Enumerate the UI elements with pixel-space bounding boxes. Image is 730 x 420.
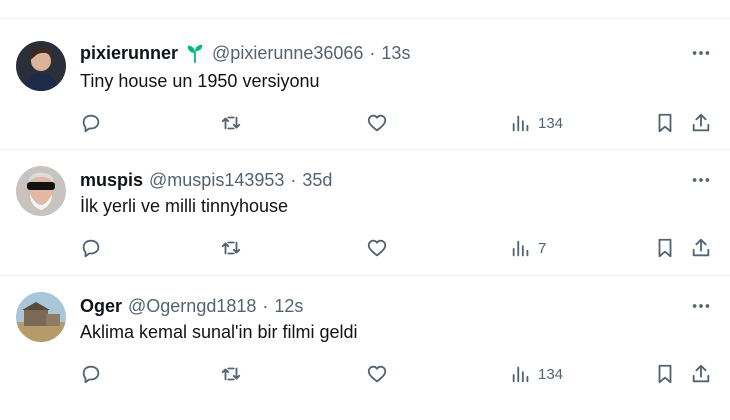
share-icon xyxy=(692,238,710,257)
sprout-icon xyxy=(184,42,206,64)
heart-icon xyxy=(367,365,387,383)
user-handle[interactable]: @muspis143953 xyxy=(149,170,284,191)
reply-feed: pixierunner @pixierunne36066 · 13s Tiny … xyxy=(0,0,730,420)
display-name[interactable]: Oger xyxy=(80,296,122,317)
user-handle[interactable]: @pixierunne36066 xyxy=(212,43,363,64)
tweet-text: İlk yerli ve milli tinnyhouse xyxy=(80,196,289,216)
retweet-icon xyxy=(221,116,241,130)
display-name[interactable]: muspis xyxy=(80,170,143,191)
retweet-icon xyxy=(221,241,241,255)
action-bar: 7 xyxy=(80,236,720,260)
bookmark-button[interactable] xyxy=(654,111,676,135)
retweet-button[interactable] xyxy=(220,111,242,135)
action-bar: 134 xyxy=(80,111,720,135)
more-icon[interactable] xyxy=(688,170,714,190)
share-icon xyxy=(692,113,710,132)
tweet-header: Oger @Ogerngd1818 · 12s xyxy=(80,294,303,318)
avatar[interactable] xyxy=(16,166,66,216)
views-count: 134 xyxy=(538,114,564,132)
action-bar: 134 xyxy=(80,362,720,386)
user-handle[interactable]: @Ogerngd1818 xyxy=(128,296,256,317)
like-button[interactable] xyxy=(366,362,388,386)
retweet-button[interactable] xyxy=(220,236,242,260)
tweet-text: Aklima kemal sunal'in bir filmi geldi xyxy=(80,322,358,342)
heart-icon xyxy=(367,239,387,257)
avatar[interactable] xyxy=(16,41,66,91)
views-button[interactable]: 134 xyxy=(510,111,563,135)
reply-button[interactable] xyxy=(80,111,102,135)
reply-button[interactable] xyxy=(80,362,102,386)
timestamp[interactable]: 13s xyxy=(381,43,410,64)
views-icon xyxy=(512,115,529,132)
share-icon xyxy=(692,364,710,383)
display-name[interactable]: pixierunner xyxy=(80,43,178,64)
more-icon[interactable] xyxy=(688,43,714,63)
tweet[interactable]: pixierunner @pixierunne36066 · 13s Tiny … xyxy=(0,18,730,150)
views-count: 134 xyxy=(538,365,564,383)
like-button[interactable] xyxy=(366,111,388,135)
reply-icon xyxy=(82,365,100,384)
views-icon xyxy=(512,240,529,257)
bookmark-icon xyxy=(658,364,672,384)
timestamp[interactable]: 12s xyxy=(274,296,303,317)
share-button[interactable] xyxy=(690,236,712,260)
tweet[interactable]: muspis @muspis143953 · 35d İlk yerli ve … xyxy=(0,150,730,276)
views-button[interactable]: 134 xyxy=(510,362,563,386)
more-icon[interactable] xyxy=(688,296,714,316)
share-button[interactable] xyxy=(690,111,712,135)
share-button[interactable] xyxy=(690,362,712,386)
separator-dot: · xyxy=(290,169,297,190)
heart-icon xyxy=(367,114,387,132)
tweet[interactable]: Oger @Ogerngd1818 · 12s Aklima kemal sun… xyxy=(0,276,730,420)
bookmark-button[interactable] xyxy=(654,236,676,260)
views-button[interactable]: 7 xyxy=(510,236,546,260)
tweet-text: Tiny house un 1950 versiyonu xyxy=(80,71,320,91)
separator-dot: · xyxy=(369,42,376,63)
separator-dot: · xyxy=(262,295,269,316)
bookmark-button[interactable] xyxy=(654,362,676,386)
tweet-header: pixierunner @pixierunne36066 · 13s xyxy=(80,41,410,65)
timestamp[interactable]: 35d xyxy=(302,170,332,191)
retweet-icon xyxy=(221,367,241,381)
reply-icon xyxy=(82,239,100,258)
reply-button[interactable] xyxy=(80,236,102,260)
retweet-button[interactable] xyxy=(220,362,242,386)
like-button[interactable] xyxy=(366,236,388,260)
views-count: 7 xyxy=(538,239,547,257)
views-icon xyxy=(512,366,529,383)
reply-icon xyxy=(82,114,100,133)
tweet-header: muspis @muspis143953 · 35d xyxy=(80,168,332,192)
bookmark-icon xyxy=(658,113,672,133)
bookmark-icon xyxy=(658,238,672,258)
avatar[interactable] xyxy=(16,292,66,342)
